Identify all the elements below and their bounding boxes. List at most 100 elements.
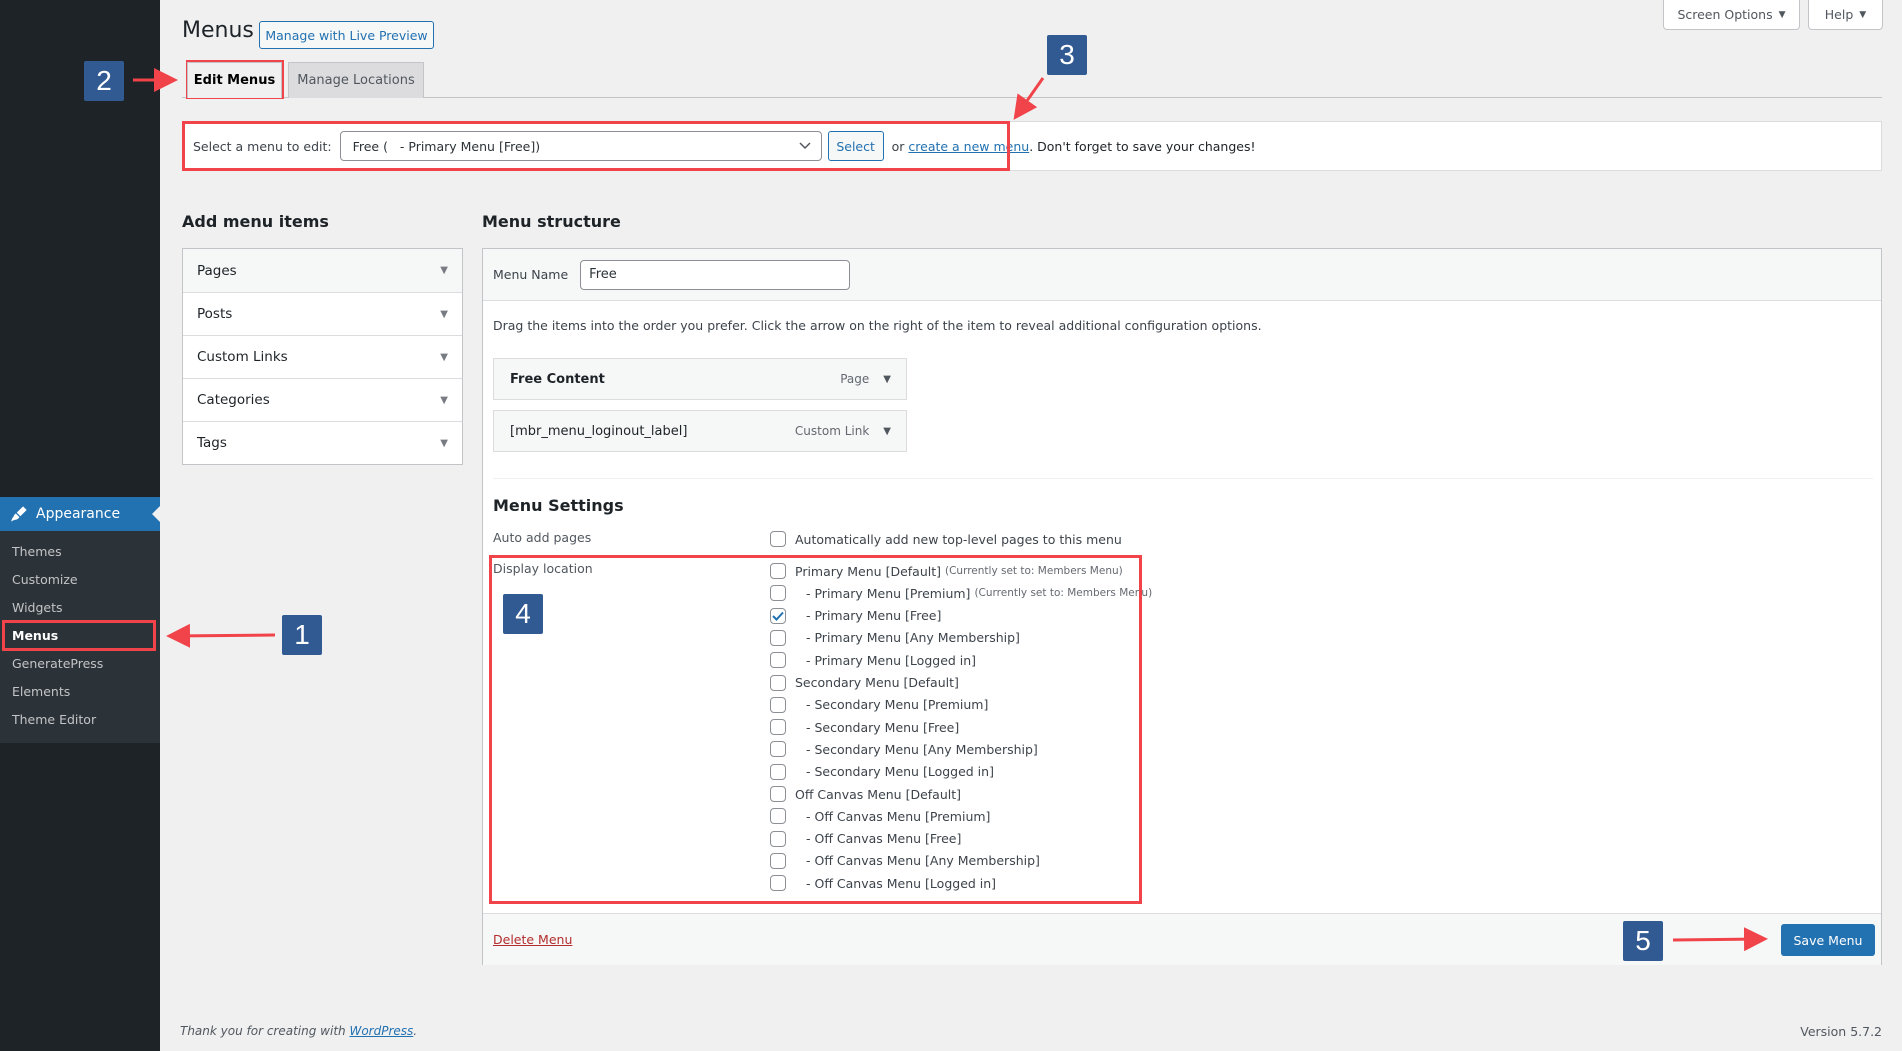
auto-add-pages-option[interactable]: Automatically add new top-level pages to… <box>770 528 1122 550</box>
display-location-label: Off Canvas Menu [Default] <box>795 786 961 802</box>
display-location-option[interactable]: Primary Menu [Default] (Currently set to:… <box>770 560 1123 582</box>
accordion-posts[interactable]: Posts ▼ <box>183 292 462 335</box>
screen-options-button[interactable]: Screen Options ▼ <box>1663 0 1800 30</box>
select-menu-bar: Select a menu to edit: Free ( - Primary … <box>182 121 1882 171</box>
display-location-label: Primary Menu [Default] <box>795 563 941 579</box>
caret-down-icon: ▼ <box>440 437 448 449</box>
submenu-item-generatepress[interactable]: GeneratePress <box>0 650 160 678</box>
checkbox[interactable] <box>770 629 786 646</box>
select-button[interactable]: Select <box>827 131 884 161</box>
display-location-option[interactable]: - Primary Menu [Premium] (Currently set t… <box>770 582 1152 604</box>
submenu-item-theme-editor[interactable]: Theme Editor <box>0 706 160 734</box>
current-notch <box>152 506 160 522</box>
checkbox[interactable] <box>770 674 786 691</box>
select-menu-label: Select a menu to edit: <box>193 138 332 154</box>
checkbox[interactable] <box>770 786 786 802</box>
display-location-option[interactable]: - Primary Menu [Free] <box>770 605 941 627</box>
display-location-label: - Secondary Menu [Logged in] <box>806 764 994 780</box>
display-location-option[interactable]: - Secondary Menu [Premium] <box>770 694 988 716</box>
checkbox[interactable] <box>770 741 786 758</box>
checkbox[interactable] <box>770 696 786 713</box>
display-location-option[interactable]: Off Canvas Menu [Default] <box>770 783 961 805</box>
annotation-badge-3: 3 <box>1047 35 1087 75</box>
submenu-item-menus[interactable]: Menus <box>0 622 160 650</box>
menu-name-label: Menu Name <box>493 267 569 282</box>
submenu-item-elements[interactable]: Elements <box>0 678 160 706</box>
display-location-option[interactable]: - Secondary Menu [Free] <box>770 716 959 738</box>
footer-thanks-suffix: . <box>413 1024 418 1038</box>
accordion-custom-links[interactable]: Custom Links ▼ <box>183 335 462 378</box>
checkbox[interactable] <box>770 652 786 669</box>
display-location-label: Display location <box>493 561 593 576</box>
display-location-option[interactable]: - Primary Menu [Any Membership] <box>770 627 1020 649</box>
submenu-item-widgets[interactable]: Widgets <box>0 594 160 622</box>
submenu-item-customize[interactable]: Customize <box>0 566 160 594</box>
checkbox[interactable] <box>770 875 786 892</box>
checkbox-checked[interactable] <box>770 607 786 624</box>
display-location-option[interactable]: - Off Canvas Menu [Logged in] <box>770 872 996 894</box>
caret-down-icon: ▼ <box>440 351 448 363</box>
display-location-option[interactable]: - Off Canvas Menu [Premium] <box>770 805 990 827</box>
checkmark-icon <box>772 611 784 621</box>
display-location-label: - Off Canvas Menu [Premium] <box>806 808 991 824</box>
display-location-label: - Primary Menu [Free] <box>806 608 942 624</box>
menu-select-value: Free ( - Primary Menu [Free]) <box>352 138 541 154</box>
caret-down-icon: ▼ <box>440 308 448 320</box>
checkbox[interactable] <box>770 719 786 736</box>
add-menu-items-accordion: Pages ▼ Posts ▼ Custom Links ▼ Categories ▼ … <box>182 248 463 465</box>
display-location-option[interactable]: - Secondary Menu [Logged in] <box>770 761 994 783</box>
checkbox[interactable] <box>770 763 786 780</box>
or-text: or <box>891 138 905 154</box>
caret-down-icon[interactable]: ▼ <box>883 374 891 385</box>
accordion-label: Categories <box>197 392 270 408</box>
display-location-label: - Secondary Menu [Premium] <box>806 697 989 713</box>
sidebar-item-appearance[interactable]: Appearance <box>0 497 160 531</box>
checkbox[interactable] <box>770 808 786 825</box>
footer-thanks-text: Thank you for creating with <box>180 1024 350 1038</box>
checkbox[interactable] <box>770 830 786 847</box>
display-location-option[interactable]: - Off Canvas Menu [Any Membership] <box>770 850 1040 872</box>
caret-down-icon[interactable]: ▼ <box>883 426 891 437</box>
accordion-categories[interactable]: Categories ▼ <box>183 378 462 421</box>
screen-options-label: Screen Options <box>1677 7 1773 22</box>
display-location-option[interactable]: - Off Canvas Menu [Free] <box>770 828 961 850</box>
create-new-menu-link[interactable]: create a new menu <box>908 139 1029 154</box>
checkbox[interactable] <box>770 563 786 579</box>
display-location-option[interactable]: - Primary Menu [Logged in] <box>770 649 976 671</box>
menu-panel-footer: Delete Menu Save Menu <box>483 913 1881 965</box>
tab-edit-menus[interactable]: Edit Menus <box>187 62 282 98</box>
checkbox[interactable] <box>770 852 786 869</box>
wordpress-link[interactable]: WordPress <box>349 1024 413 1038</box>
annotation-badge-2: 2 <box>84 61 124 101</box>
chevron-down-icon <box>799 139 811 153</box>
tab-divider <box>182 97 1882 98</box>
caret-down-icon: ▼ <box>1778 9 1786 20</box>
menu-item-type: Page <box>840 372 870 386</box>
save-menu-button[interactable]: Save Menu <box>1781 924 1875 956</box>
footer-thanks: Thank you for creating with WordPress. <box>180 1024 417 1038</box>
menu-select-dropdown[interactable]: Free ( - Primary Menu [Free]) <box>339 131 822 161</box>
drag-instructions: Drag the items into the order you prefer… <box>493 318 1262 333</box>
menu-name-input[interactable]: Free <box>580 259 851 290</box>
menu-settings-heading: Menu Settings <box>493 496 624 515</box>
accordion-label: Tags <box>197 435 227 451</box>
submenu-item-themes[interactable]: Themes <box>0 538 160 566</box>
manage-live-preview-button[interactable]: Manage with Live Preview <box>259 21 434 49</box>
page-title: Menus <box>182 18 254 43</box>
display-location-label: - Off Canvas Menu [Logged in] <box>806 875 997 891</box>
display-location-option[interactable]: Secondary Menu [Default] <box>770 672 959 694</box>
auto-add-pages-text: Automatically add new top-level pages to… <box>795 531 1122 547</box>
display-location-option[interactable]: - Secondary Menu [Any Membership] <box>770 738 1038 760</box>
menu-item[interactable]: [mbr_menu_loginout_label] Custom Link ▼ <box>493 410 907 452</box>
tab-manage-locations[interactable]: Manage Locations <box>288 62 424 98</box>
location-current-note: (Currently set to: Members Menu) <box>945 565 1123 577</box>
checkbox[interactable] <box>770 585 786 602</box>
display-location-label: Secondary Menu [Default] <box>795 675 959 690</box>
help-button[interactable]: Help ▼ <box>1808 0 1883 30</box>
menu-item[interactable]: Free Content Page ▼ <box>493 358 907 400</box>
annotation-badge-5: 5 <box>1623 921 1663 961</box>
auto-add-pages-checkbox[interactable] <box>770 531 786 547</box>
delete-menu-link[interactable]: Delete Menu <box>493 932 572 947</box>
accordion-pages[interactable]: Pages ▼ <box>183 249 462 292</box>
accordion-tags[interactable]: Tags ▼ <box>183 421 462 464</box>
